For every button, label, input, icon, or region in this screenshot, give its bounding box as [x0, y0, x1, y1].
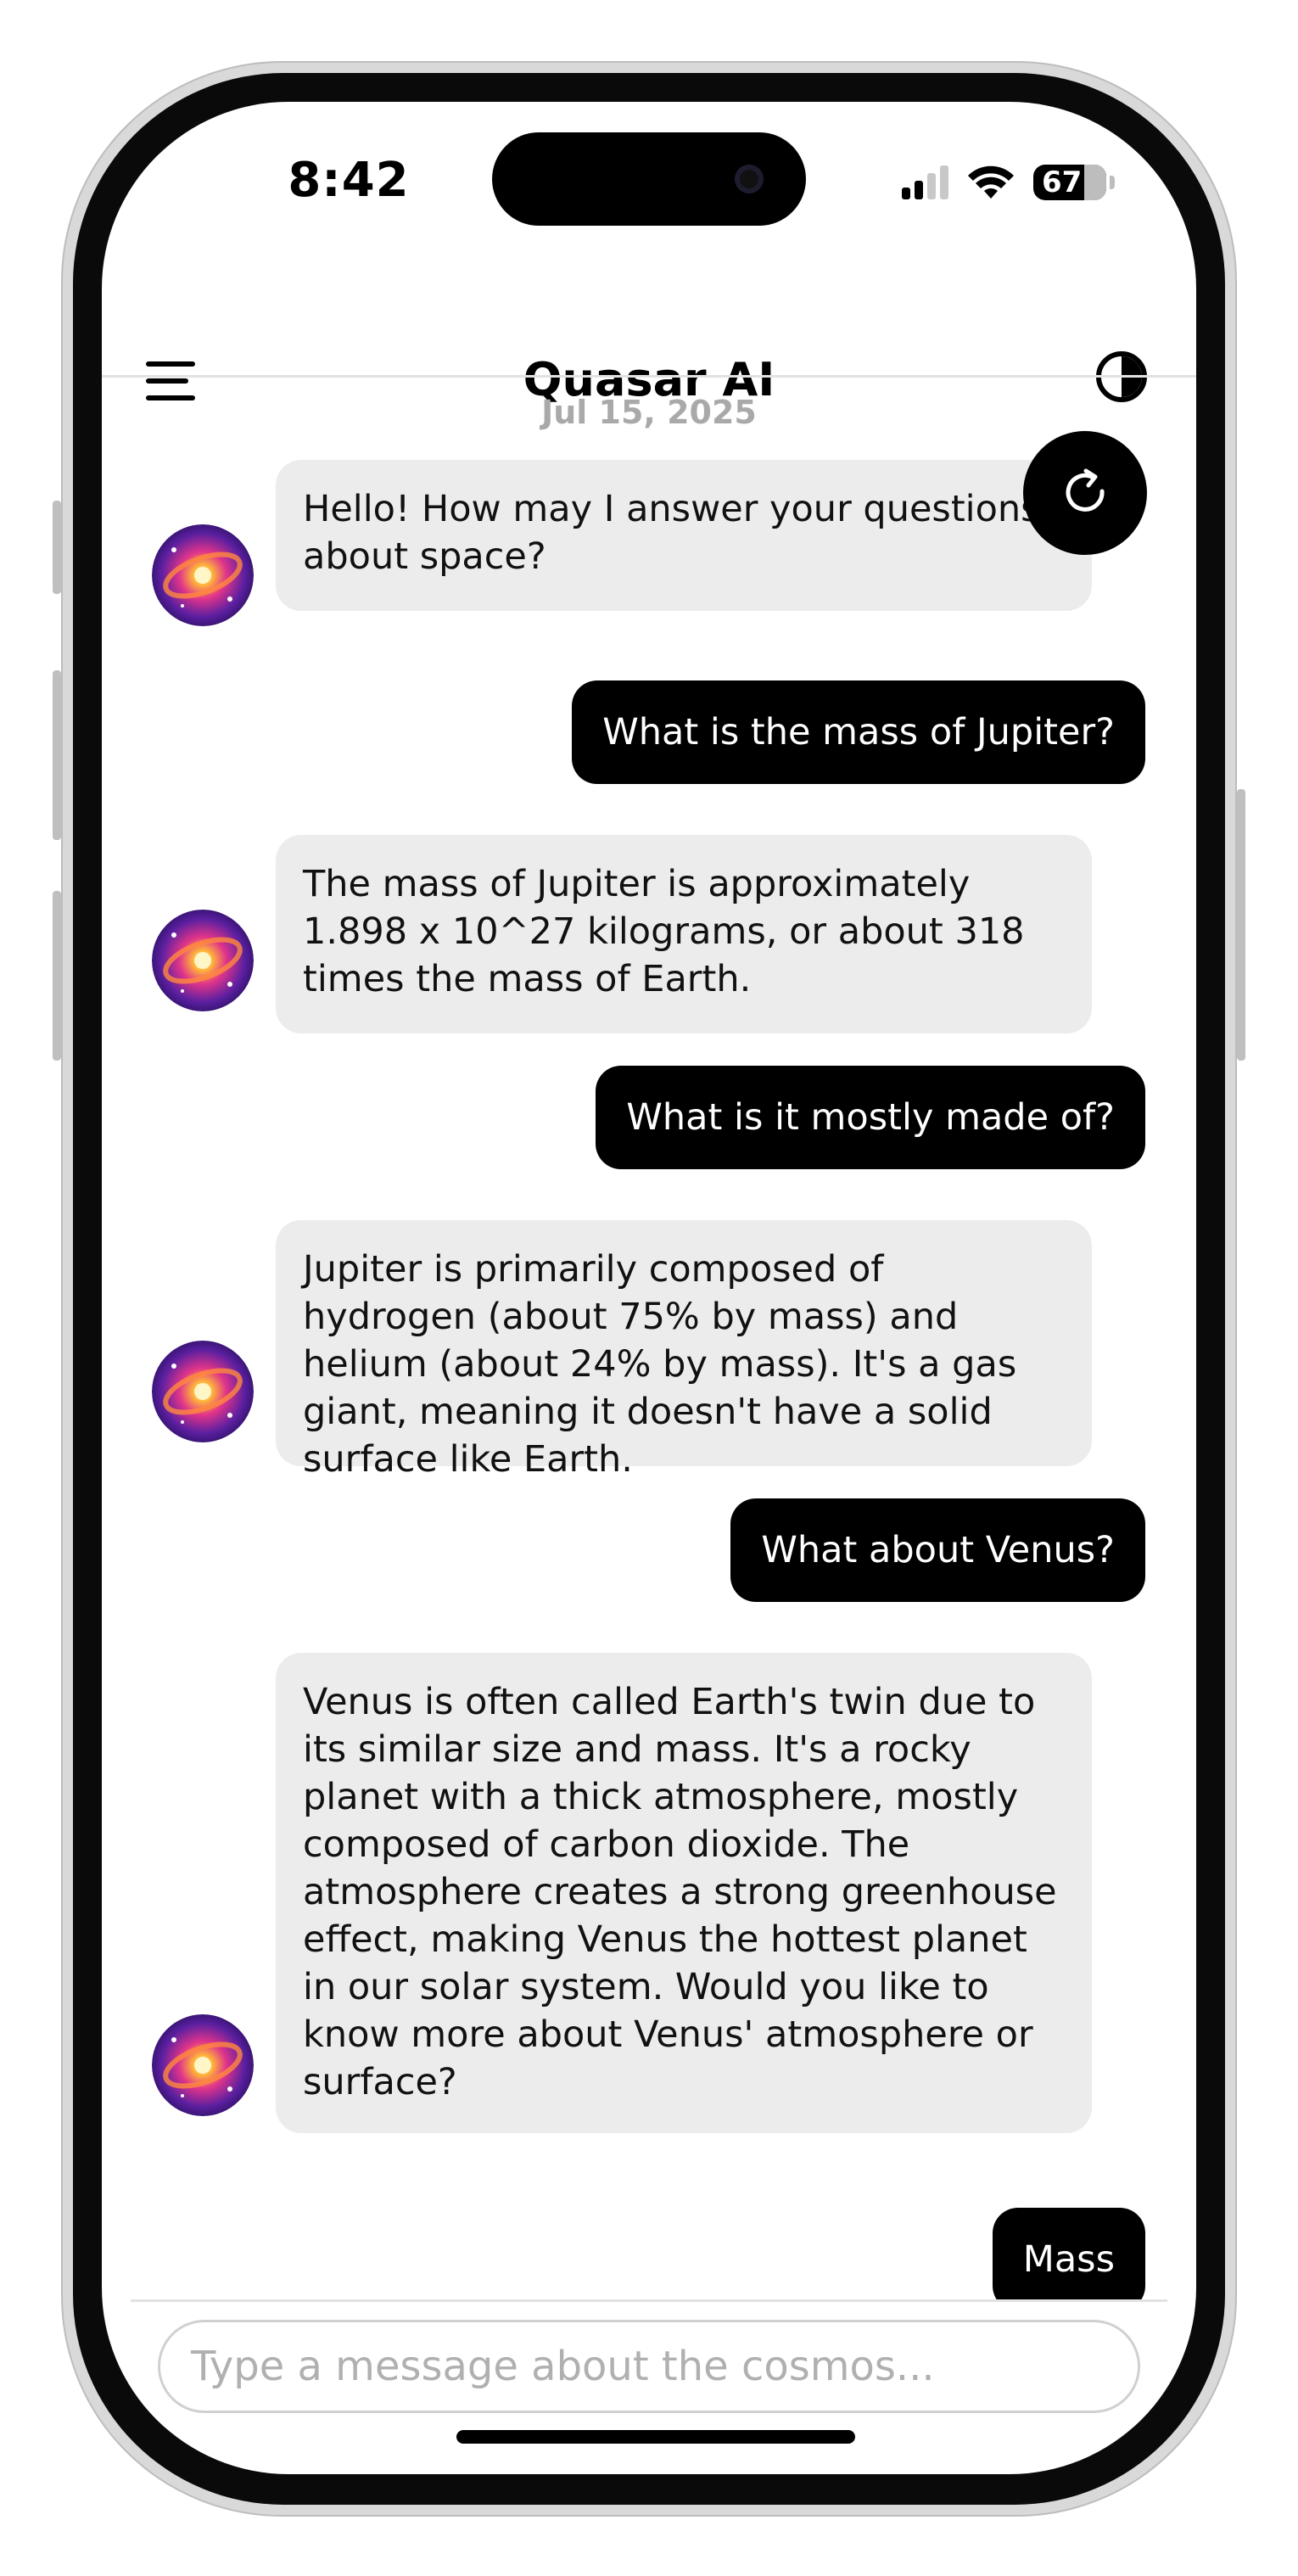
user-message: What is the mass of Jupiter? — [572, 680, 1145, 784]
user-message-text: What about Venus? — [761, 1529, 1115, 1571]
dynamic-island — [492, 132, 806, 226]
battery-icon: 67 — [1033, 165, 1106, 200]
galaxy-avatar-icon — [152, 910, 254, 1011]
bot-message: The mass of Jupiter is approximately 1.8… — [276, 835, 1092, 1033]
galaxy-avatar-icon — [152, 524, 254, 626]
battery-level: 67 — [1042, 165, 1083, 199]
status-time: 8:42 — [288, 153, 410, 208]
power-button — [1237, 789, 1245, 1061]
user-message-text: What is it mostly made of? — [626, 1096, 1115, 1139]
volume-down-button — [53, 891, 61, 1061]
user-message: Mass — [992, 2208, 1145, 2299]
composer-divider — [131, 2299, 1167, 2302]
message-input[interactable] — [158, 2320, 1140, 2413]
status-icons: 67 — [902, 161, 1115, 204]
user-message-text: Mass — [1022, 2238, 1115, 2281]
user-message: What about Venus? — [730, 1498, 1145, 1602]
bot-message-text: Jupiter is primarily composed of hydroge… — [303, 1248, 1017, 1481]
header-divider — [102, 375, 1196, 378]
user-message: What is it mostly made of? — [596, 1066, 1145, 1169]
bot-message: Jupiter is primarily composed of hydroge… — [276, 1220, 1092, 1481]
bot-message-text: Venus is often called Earth's twin due t… — [303, 1681, 1057, 2103]
action-button — [53, 501, 61, 594]
home-indicator[interactable] — [456, 2430, 855, 2444]
bot-message: Venus is often called Earth's twin due t… — [276, 1653, 1092, 2133]
chat-date: Jul 15, 2025 — [541, 394, 757, 431]
chat-scroll-area[interactable]: Jul 15, 2025 Hello! How may I answer you… — [102, 382, 1196, 2299]
battery-tip — [1110, 176, 1115, 189]
volume-up-button — [53, 670, 61, 840]
galaxy-avatar-icon — [152, 1341, 254, 1442]
front-camera — [735, 165, 764, 193]
bot-message-text: The mass of Jupiter is approximately 1.8… — [303, 863, 1025, 1000]
user-message-text: What is the mass of Jupiter? — [602, 711, 1115, 753]
wifi-icon — [968, 165, 1014, 199]
galaxy-avatar-icon — [152, 2014, 254, 2116]
bot-message-text: Hello! How may I answer your questions a… — [303, 488, 1040, 578]
bot-message: Hello! How may I answer your questions a… — [276, 460, 1092, 611]
refresh-icon — [1066, 468, 1105, 512]
refresh-button[interactable] — [1023, 431, 1147, 555]
phone-screen: 8:42 67 Quasar AI Jul 15, 2025 Hello! Ho… — [102, 102, 1196, 2474]
cellular-signal-icon — [902, 165, 948, 199]
